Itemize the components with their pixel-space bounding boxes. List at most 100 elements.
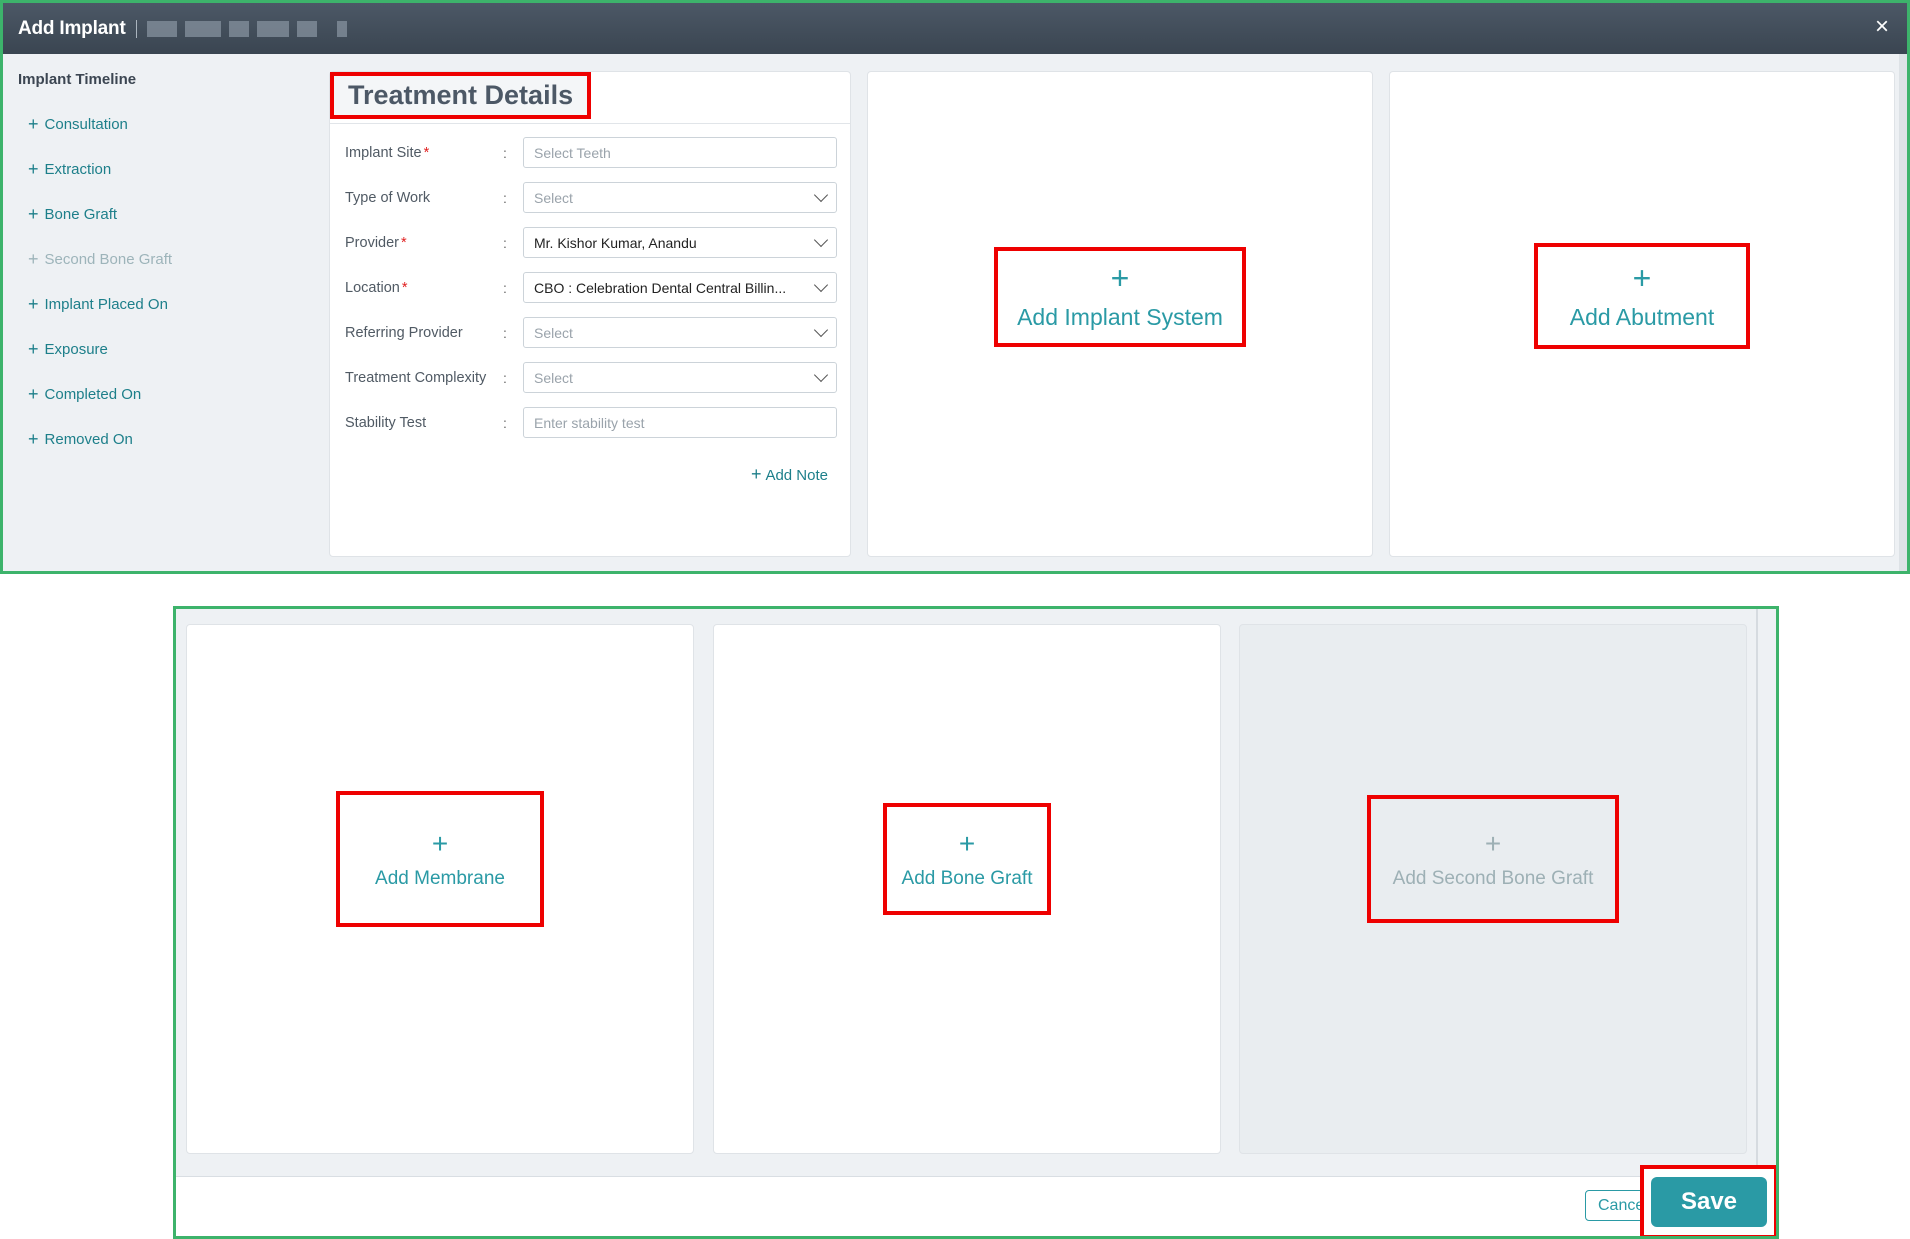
add-abutment-label: Add Abutment	[1569, 303, 1715, 330]
dialog-footer: Cancel Save	[176, 1165, 1776, 1236]
add-second-bone-graft-button: + Add Second Bone Graft	[1367, 795, 1619, 923]
implant-timeline-heading: Implant Timeline	[18, 71, 137, 88]
treatment-details-card: Treatment Details Implant Site *: Select T…	[329, 71, 851, 557]
plus-icon: +	[1110, 260, 1130, 296]
required-asterisk: *	[401, 279, 408, 296]
timeline-item-label: Bone Graft	[44, 206, 118, 223]
referring-provider-label: Referring Provider	[345, 324, 463, 341]
abutment-card: + Add Abutment	[1389, 71, 1895, 557]
close-icon[interactable]: ×	[1875, 15, 1889, 39]
colon-separator: :	[503, 234, 507, 251]
timeline-item-label: Implant Placed On	[44, 296, 168, 313]
location-label: Location *	[345, 279, 408, 296]
plus-icon: +	[958, 828, 976, 859]
plus-icon: +	[28, 159, 39, 179]
form-row-provider: Provider *: Mr. Kishor Kumar, Anandu	[330, 220, 850, 265]
location-value: CBO : Celebration Dental Central Billin.…	[534, 279, 787, 296]
colon-separator: :	[503, 324, 507, 341]
plus-icon: +	[28, 294, 39, 314]
colon-separator: :	[503, 144, 507, 161]
referring-provider-value: Select	[534, 324, 573, 341]
colon-separator: :	[503, 189, 507, 206]
timeline-item-consultation[interactable]: + Consultation	[18, 102, 318, 147]
stability-test-value: Enter stability test	[534, 414, 645, 431]
type-of-work-label: Type of Work	[345, 189, 431, 206]
dialog-title: Add Implant	[18, 17, 126, 39]
plus-icon: +	[28, 249, 39, 269]
chevron-down-icon	[813, 187, 829, 203]
timeline-item-removed-on[interactable]: + Removed On	[18, 417, 318, 462]
chevron-down-icon	[813, 232, 829, 248]
plus-icon: +	[28, 429, 39, 449]
add-implant-dialog-top: Add Implant × Implant Timeline + Consulta…	[0, 0, 1910, 574]
timeline-item-bone-graft[interactable]: + Bone Graft	[18, 192, 318, 237]
treatment-details-header: Treatment Details	[330, 72, 850, 124]
required-asterisk: *	[401, 234, 407, 251]
colon-separator: :	[503, 414, 507, 431]
colon-separator: :	[503, 369, 507, 386]
form-row-referring-provider: Referring Provider: Select	[330, 310, 850, 355]
implant-site-value: Select Teeth	[534, 144, 611, 161]
add-note-button[interactable]: + Add Note	[751, 464, 828, 485]
plus-icon: +	[28, 204, 39, 224]
form-row-treatment-complexity: Treatment Complexity: Select	[330, 355, 850, 400]
referring-provider-select[interactable]: Select	[523, 317, 837, 348]
timeline-item-implant-placed-on[interactable]: + Implant Placed On	[18, 282, 318, 327]
chevron-down-icon	[813, 367, 829, 383]
timeline-item-label: Exposure	[44, 341, 108, 358]
plus-icon: +	[1632, 259, 1652, 296]
implant-timeline-sidebar: Implant Timeline + Consultation + Extractio…	[18, 71, 318, 462]
plus-icon: +	[28, 339, 39, 359]
add-abutment-button[interactable]: + Add Abutment	[1534, 243, 1750, 349]
treatment-complexity-select[interactable]: Select	[523, 362, 837, 393]
plus-icon: +	[750, 464, 762, 484]
timeline-item-label: Second Bone Graft	[44, 251, 173, 268]
bone-graft-card: + Add Bone Graft	[713, 624, 1221, 1154]
add-membrane-button[interactable]: + Add Membrane	[336, 791, 544, 927]
redacted-patient-name	[146, 20, 347, 37]
form-row-location: Location *: CBO : Celebration Dental Centr…	[330, 265, 850, 310]
add-implant-system-button[interactable]: + Add Implant System	[994, 246, 1246, 347]
second-bone-graft-card: + Add Second Bone Graft	[1239, 624, 1747, 1154]
required-asterisk: *	[423, 144, 430, 161]
form-row-implant-site: Implant Site *: Select Teeth	[330, 130, 850, 175]
implant-site-label: Implant Site *	[345, 144, 430, 161]
save-button[interactable]: Save	[1651, 1177, 1767, 1227]
timeline-item-label: Extraction	[44, 161, 112, 178]
add-second-bone-graft-label: Add Second Bone Graft	[1392, 868, 1594, 889]
add-bone-graft-label: Add Bone Graft	[901, 868, 1033, 889]
add-bone-graft-button[interactable]: + Add Bone Graft	[883, 803, 1051, 915]
treatment-complexity-value: Select	[534, 369, 573, 386]
treatment-details-title: Treatment Details	[330, 72, 592, 119]
plus-icon: +	[1484, 828, 1502, 859]
stability-test-input[interactable]: Enter stability test	[523, 407, 837, 438]
implant-site-input[interactable]: Select Teeth	[523, 137, 837, 168]
title-separator	[135, 19, 137, 38]
add-membrane-label: Add Membrane	[375, 868, 505, 889]
provider-select[interactable]: Mr. Kishor Kumar, Anandu	[523, 227, 837, 258]
plus-icon: +	[431, 828, 449, 859]
add-implant-dialog-bottom: + Add Membrane + Add Bone Graft + Add Se…	[173, 606, 1779, 1239]
membrane-card: + Add Membrane	[186, 624, 694, 1154]
timeline-item-label: Completed On	[44, 386, 142, 403]
save-button-highlight: Save	[1640, 1165, 1776, 1236]
timeline-item-extraction[interactable]: + Extraction	[18, 147, 318, 192]
type-of-work-select[interactable]: Select	[523, 182, 837, 213]
vertical-scrollbar[interactable]	[1899, 54, 1907, 571]
chevron-down-icon	[813, 322, 829, 338]
vertical-scrollbar[interactable]	[1756, 609, 1758, 1176]
timeline-item-label: Consultation	[44, 116, 128, 133]
add-note-label: Add Note	[765, 467, 828, 484]
form-row-stability-test: Stability Test: Enter stability test	[330, 400, 850, 445]
type-of-work-value: Select	[534, 189, 573, 206]
dialog-titlebar: Add Implant ×	[3, 3, 1907, 54]
provider-value: Mr. Kishor Kumar, Anandu	[534, 234, 697, 251]
timeline-item-exposure[interactable]: + Exposure	[18, 327, 318, 372]
chevron-down-icon	[813, 277, 829, 293]
timeline-item-completed-on[interactable]: + Completed On	[18, 372, 318, 417]
plus-icon: +	[28, 384, 39, 404]
treatment-complexity-label: Treatment Complexity	[345, 369, 487, 386]
location-select[interactable]: CBO : Celebration Dental Central Billin.…	[523, 272, 837, 303]
colon-separator: :	[503, 279, 507, 296]
timeline-item-label: Removed On	[44, 431, 133, 448]
